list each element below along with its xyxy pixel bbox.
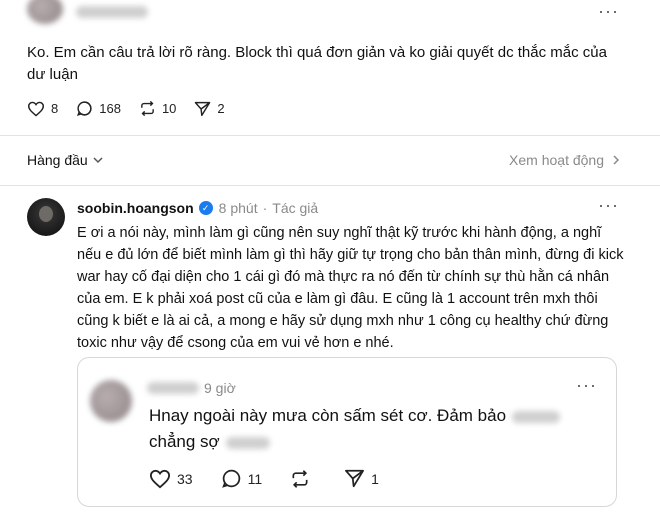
like-button[interactable]: 8 [27, 101, 58, 117]
repost-count: 10 [161, 101, 177, 116]
quoted-author-name-blurred [147, 382, 199, 394]
share-icon [195, 101, 211, 116]
share-icon [345, 469, 365, 488]
divider-top [0, 135, 660, 136]
reply-header: soobin.hoangson ✓ 8 phút · Tác giả [77, 200, 318, 216]
blurred-word [225, 436, 270, 449]
chevron-right-icon [613, 155, 620, 165]
reply-time: 8 phút [218, 200, 258, 216]
quoted-repost-button[interactable] [290, 469, 316, 489]
comment-count: 168 [99, 101, 121, 116]
comment-icon [221, 469, 240, 488]
heart-icon [149, 469, 171, 488]
quoted-text-line1: Hnay ngoài này mưa còn sấm sét cơ. Đảm b… [149, 406, 507, 425]
post-more-icon[interactable]: ··· [598, 2, 619, 20]
post-actions: 8 168 10 2 [27, 100, 243, 117]
sort-label: Hàng đầu [27, 152, 88, 168]
comment-icon [77, 101, 92, 116]
quoted-share-button[interactable]: 1 [344, 469, 379, 488]
blurred-word [512, 410, 561, 423]
verified-badge-icon: ✓ [198, 201, 213, 215]
quoted-text-line2: chẳng sợ [149, 432, 220, 451]
quoted-more-icon[interactable]: ··· [576, 376, 597, 394]
post-author-avatar[interactable] [27, 0, 63, 24]
chevron-down-icon [93, 157, 103, 164]
sort-row: Hàng đầu Xem hoạt động [27, 148, 622, 172]
heart-icon [27, 101, 45, 117]
reply-author-avatar[interactable] [27, 198, 65, 236]
quoted-actions: 33 11 1 [149, 468, 397, 489]
meta-separator: · [262, 200, 268, 216]
reply-more-icon[interactable]: ··· [598, 196, 619, 214]
repost-button[interactable]: 10 [139, 100, 176, 117]
sort-dropdown[interactable]: Hàng đầu [27, 152, 104, 168]
quoted-time: 9 giờ [204, 380, 236, 396]
repost-icon [141, 100, 154, 117]
repost-icon [292, 469, 308, 488]
quoted-like-count: 33 [177, 470, 193, 487]
quoted-share-count: 1 [371, 470, 379, 487]
comment-button[interactable]: 168 [76, 100, 121, 117]
quoted-comment-count: 11 [247, 470, 263, 487]
post-author-name-blurred [76, 6, 148, 18]
quoted-comment-button[interactable]: 11 [221, 468, 263, 489]
share-button[interactable]: 2 [194, 101, 225, 117]
post-text: Ko. Em cần câu trả lời rõ ràng. Block th… [27, 44, 607, 83]
reply-username[interactable]: soobin.hoangson [77, 200, 194, 216]
view-activity-link[interactable]: Xem hoạt động [509, 152, 622, 168]
author-tag: Tác giả [272, 200, 319, 216]
reply-text: E ơi a nói này, mình làm gì cũng nên suy… [77, 225, 624, 351]
quoted-like-button[interactable]: 33 [149, 469, 193, 489]
share-count: 2 [217, 101, 225, 116]
quoted-author-avatar [90, 380, 132, 422]
divider-bottom [0, 185, 660, 186]
quoted-text: Hnay ngoài này mưa còn sấm sét cơ. Đảm b… [149, 403, 589, 455]
view-activity-label: Xem hoạt động [509, 152, 604, 168]
like-count: 8 [51, 101, 59, 116]
